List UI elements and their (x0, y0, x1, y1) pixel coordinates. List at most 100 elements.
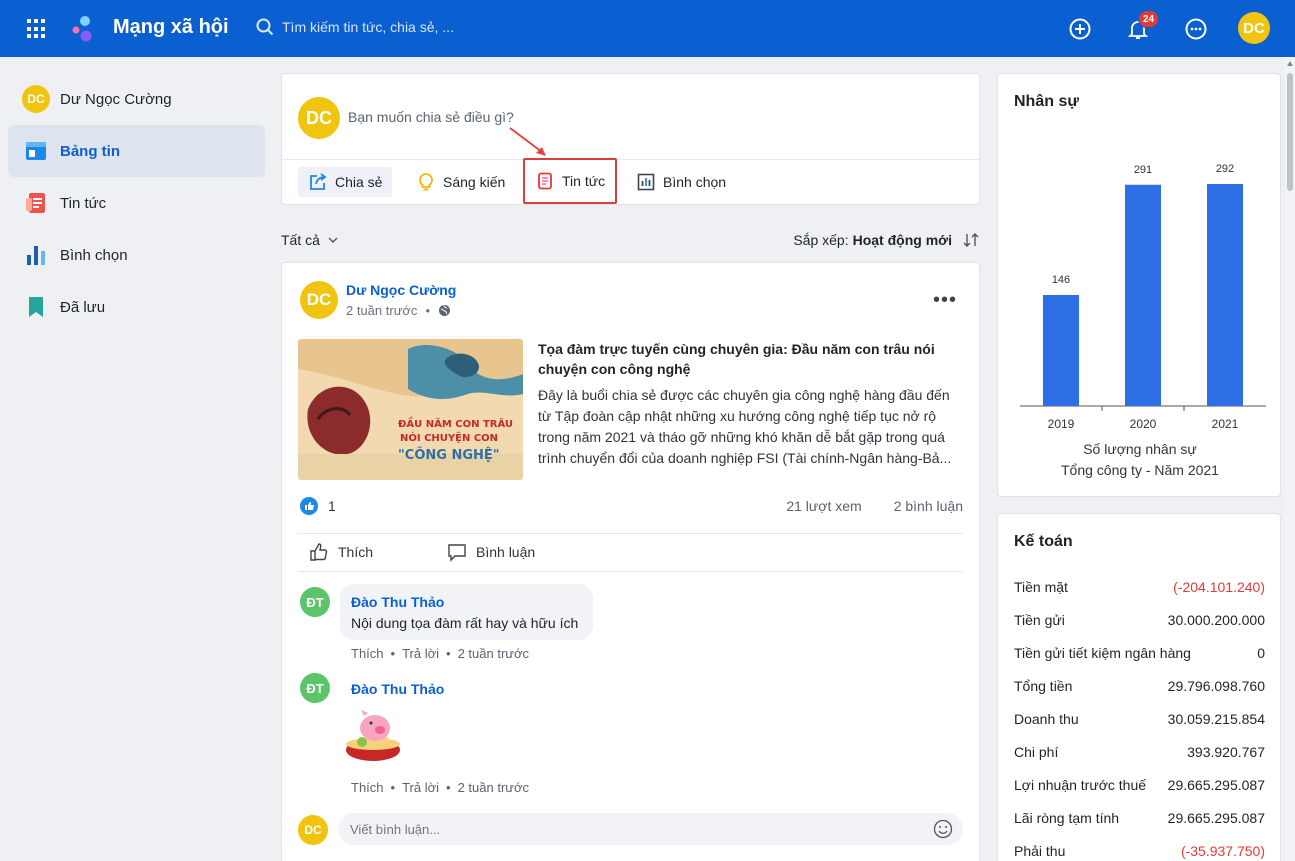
comment-bubble: Đào Thu Thảo Nội dung tọa đàm rất hay và… (340, 584, 593, 640)
emoji-icon[interactable] (933, 819, 953, 839)
commenter-name[interactable]: Đào Thu Thảo (351, 681, 444, 697)
comment-reply-link[interactable]: Trả lời (402, 646, 439, 661)
comment-composer: DC (298, 813, 963, 847)
accounting-row: Tiền gửi 30.000.200.000 (1014, 612, 1265, 628)
news-title[interactable]: Tọa đàm trực tuyến cùng chuyên gia: Đầu … (538, 339, 948, 379)
post-stats: 1 21 lượt xem 2 bình luận (300, 497, 963, 515)
thumbs-up-icon (310, 543, 328, 561)
poll-button[interactable]: Bình chọn (626, 167, 736, 197)
scrollbar-thumb[interactable] (1287, 73, 1293, 191)
chart-bar[interactable] (1125, 184, 1161, 406)
newsfeed-icon (26, 142, 46, 160)
thumb-text: NÓI CHUYỆN CON (400, 431, 498, 444)
action-label: Bình chọn (663, 174, 727, 190)
app-grid-icon[interactable] (27, 19, 47, 39)
commenter-avatar[interactable]: ĐT (300, 673, 330, 703)
sidebar-item-saved[interactable]: Đã lưu (8, 281, 265, 333)
post-author[interactable]: Dư Ngọc Cường (346, 282, 456, 298)
more-icon[interactable] (1184, 17, 1208, 41)
sort-label: Sắp xếp: (793, 232, 849, 248)
accounting-row: Lãi ròng tạm tính 29.665.295.087 (1014, 810, 1265, 826)
bar-value-label: 146 (1052, 274, 1070, 286)
like-label: Thích (338, 544, 374, 560)
sidebar-item-newsfeed[interactable]: Bảng tin (8, 125, 265, 177)
divider (282, 159, 979, 160)
post-meta: 2 tuần trước • (346, 303, 451, 318)
accounting-row: Phải thu (-35.937.750) (1014, 843, 1265, 859)
accounting-row: Chi phí 393.920.767 (1014, 744, 1265, 760)
comment-button[interactable]: Bình luận (446, 541, 535, 563)
avatar: DC (298, 97, 340, 139)
like-count[interactable]: 1 (300, 497, 336, 515)
comment-time: 2 tuần trước (457, 646, 530, 661)
accounting-label: Lãi ròng tạm tính (1014, 810, 1120, 826)
feed-filter-row: Tất cả Sắp xếp: Hoạt động mới (281, 230, 980, 250)
like-button[interactable]: Thích (308, 541, 373, 563)
filter-label: Tất cả (281, 232, 320, 248)
sidebar-item-label: Tin tức (60, 194, 107, 212)
add-icon[interactable] (1068, 17, 1092, 41)
avatar[interactable]: DC (300, 281, 338, 319)
profile-name: Dư Ngọc Cường (60, 90, 172, 108)
notification-badge: 24 (1138, 10, 1160, 28)
page-scrollbar[interactable] (1285, 57, 1295, 861)
commenter-name[interactable]: Đào Thu Thảo (351, 594, 444, 610)
sidebar-item-news[interactable]: Tin tức (8, 177, 265, 229)
accounting-value: 30.000.200.000 (1167, 612, 1265, 628)
news-icon (538, 172, 552, 190)
news-description: Đây là buổi chia sẻ được các chuyên gia … (538, 387, 952, 466)
share-button[interactable]: Chia sẻ (298, 167, 393, 197)
divider (298, 533, 963, 534)
hr-bar-chart: 146 2019 291 2020 292 2021 (1020, 163, 1266, 431)
post-more-icon[interactable]: ••• (933, 289, 957, 312)
sort-icon[interactable] (962, 232, 980, 248)
commenter-avatar[interactable]: ĐT (300, 587, 330, 617)
search-icon (256, 18, 274, 36)
avatar: DC (22, 85, 50, 113)
sidebar-item-label: Bình chọn (60, 246, 128, 264)
search-box[interactable] (256, 18, 582, 36)
action-label: Chia sẻ (335, 174, 383, 190)
comment-input[interactable] (338, 813, 963, 845)
sort-control[interactable]: Sắp xếp: Hoạt động mới (793, 232, 980, 248)
comment-time: 2 tuần trước (457, 780, 530, 795)
composer-prompt[interactable]: Bạn muốn chia sẻ điều gì? (348, 109, 514, 125)
accounting-label: Lợi nhuận trước thuế (1014, 777, 1147, 793)
view-count: 21 lượt xem (786, 498, 862, 514)
sidebar-profile[interactable]: DC Dư Ngọc Cường (22, 85, 172, 113)
news-thumbnail[interactable]: ĐẦU NĂM CON TRÂU NÓI CHUYỆN CON "CÔNG NG… (298, 339, 523, 480)
globe-icon (439, 305, 450, 316)
sidebar-item-label: Bảng tin (60, 142, 120, 160)
idea-button[interactable]: Sáng kiến (406, 167, 515, 197)
search-input[interactable] (282, 19, 582, 35)
accounting-value: 29.665.295.087 (1167, 777, 1265, 793)
comment-reply-link[interactable]: Trả lời (402, 780, 439, 795)
chart-bar[interactable] (1207, 184, 1243, 406)
avatar: DC (298, 815, 328, 845)
accounting-row: Doanh thu 30.059.215.854 (1014, 711, 1265, 727)
news-button[interactable]: Tin tức (523, 158, 618, 204)
accounting-row: Tiền gửi tiết kiệm ngân hàng 0 (1014, 645, 1265, 661)
comment-count[interactable]: 2 bình luận (894, 498, 963, 514)
top-bar: Mạng xã hội 24 DC (0, 0, 1295, 57)
comment-label: Bình luận (476, 544, 536, 560)
sidebar-item-poll[interactable]: Bình chọn (8, 229, 265, 281)
logo-icon (72, 16, 92, 42)
user-avatar[interactable]: DC (1238, 12, 1270, 44)
feed-post: DC Dư Ngọc Cường 2 tuần trước • ••• ĐẦU … (281, 262, 980, 861)
share-icon (310, 173, 327, 190)
news-icon (26, 193, 45, 213)
accounting-value: 393.920.767 (1187, 744, 1265, 760)
accounting-value: (-204.101.240) (1173, 579, 1265, 595)
scroll-up-icon[interactable] (1287, 61, 1293, 66)
comment-like-link[interactable]: Thích (351, 780, 384, 795)
poll-icon (27, 246, 45, 265)
accounting-row: Tổng tiền 29.796.098.760 (1014, 678, 1265, 694)
filter-dropdown[interactable]: Tất cả (281, 232, 340, 248)
chart-bar[interactable] (1043, 295, 1079, 406)
bookmark-icon (29, 297, 43, 317)
comment-like-link[interactable]: Thích (351, 646, 384, 661)
x-tick-label: 2019 (1048, 417, 1075, 431)
accounting-label: Tổng tiền (1014, 678, 1073, 694)
pig-sticker-icon (346, 710, 400, 761)
